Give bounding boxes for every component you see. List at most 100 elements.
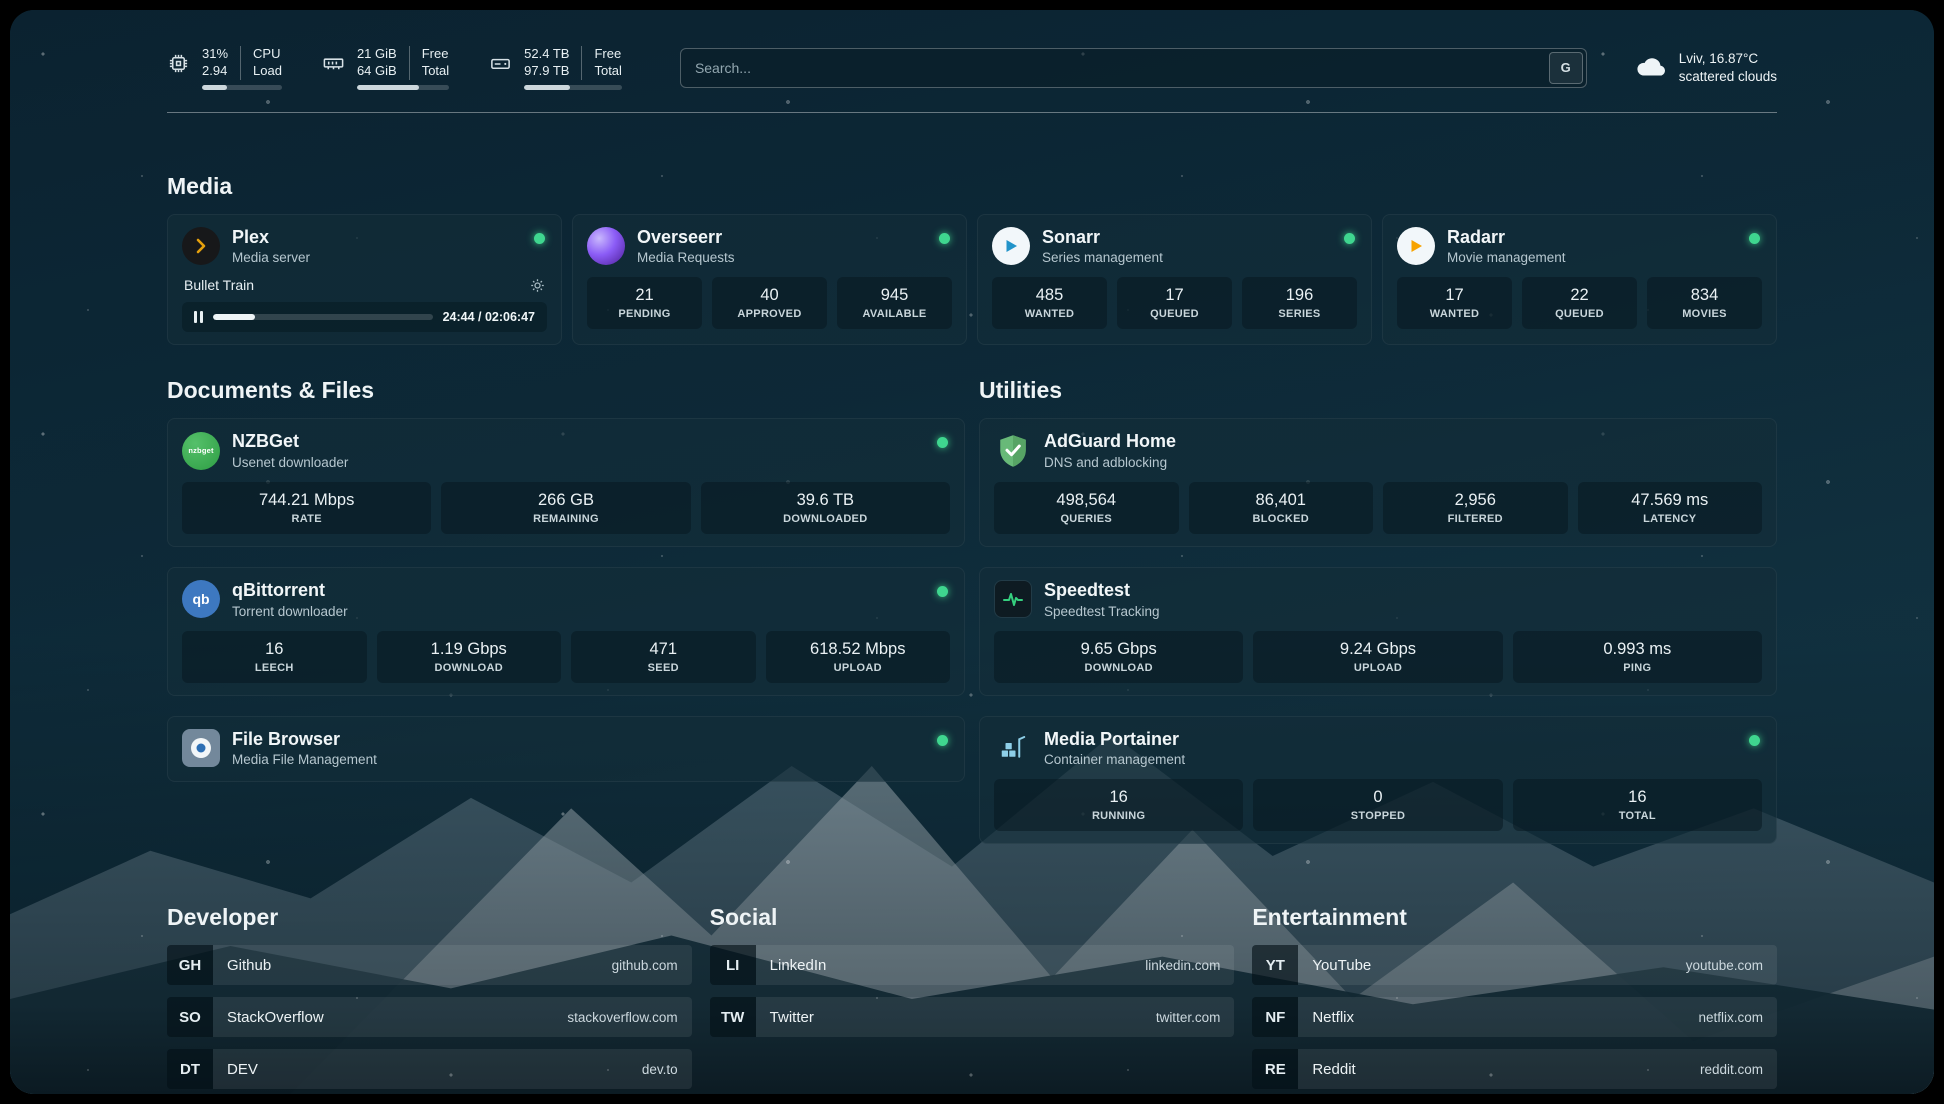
documents-column: nzbget NZBGet Usenet downloader 744.21 M… bbox=[167, 418, 965, 782]
service-name: AdGuard Home bbox=[1044, 431, 1176, 453]
sonarr-icon bbox=[992, 227, 1030, 265]
stat-value: 16 bbox=[186, 640, 363, 659]
bookmark-github[interactable]: GH Github github.com bbox=[167, 945, 692, 985]
service-name: Media Portainer bbox=[1044, 729, 1185, 751]
stat-label: SERIES bbox=[1246, 308, 1353, 320]
disk-label: Free bbox=[594, 46, 621, 63]
section-title-utilities: Utilities bbox=[979, 377, 1777, 404]
stat-queued: 17 QUEUED bbox=[1117, 277, 1232, 329]
stat-remaining: 266 GB REMAINING bbox=[441, 482, 690, 534]
nzbget-icon: nzbget bbox=[182, 432, 220, 470]
settings-gear-icon[interactable] bbox=[530, 278, 545, 293]
stat-total: 16 TOTAL bbox=[1513, 779, 1762, 831]
bookmark-url: dev.to bbox=[642, 1062, 678, 1077]
system-metrics: 31% 2.94 CPU Load bbox=[167, 46, 622, 90]
bookmarks-section: Developer GH Github github.com SO StackO… bbox=[167, 904, 1777, 1094]
service-subtitle: Media server bbox=[232, 250, 310, 265]
stat-value: 618.52 Mbps bbox=[770, 640, 947, 659]
bookmark-name: Github bbox=[227, 957, 271, 974]
cpu-load-avg: 2.94 bbox=[202, 63, 228, 80]
memory-progressbar bbox=[357, 85, 449, 90]
cpu-label2: Load bbox=[253, 63, 282, 80]
stat-blocked: 86,401 BLOCKED bbox=[1189, 482, 1374, 534]
header-divider bbox=[167, 112, 1777, 113]
stat-value: 40 bbox=[716, 286, 823, 305]
memory-total: 64 GiB bbox=[357, 63, 397, 80]
bookmark-name: Reddit bbox=[1312, 1061, 1355, 1078]
metric-cpu: 31% 2.94 CPU Load bbox=[167, 46, 282, 90]
stat-download: 1.19 Gbps DOWNLOAD bbox=[377, 631, 562, 683]
qbittorrent-icon: qb bbox=[182, 580, 220, 618]
playback-time: 24:44 / 02:06:47 bbox=[443, 310, 535, 324]
stat-label: DOWNLOADED bbox=[705, 513, 946, 525]
stat-download: 9.65 Gbps DOWNLOAD bbox=[994, 631, 1243, 683]
section-title-social: Social bbox=[710, 904, 1235, 931]
section-title-media: Media bbox=[167, 173, 1777, 200]
service-card-qbittorrent[interactable]: qb qBittorrent Torrent downloader 16 LEE… bbox=[167, 567, 965, 696]
stat-filtered: 2,956 FILTERED bbox=[1383, 482, 1568, 534]
cpu-percent: 31% bbox=[202, 46, 228, 63]
media-grid: Plex Media server Bullet Train bbox=[167, 214, 1777, 346]
stat-label: LATENCY bbox=[1582, 513, 1759, 525]
search-provider-button[interactable]: G bbox=[1549, 52, 1583, 84]
utilities-column: AdGuard Home DNS and adblocking 498,564 … bbox=[979, 418, 1777, 844]
stat-value: 471 bbox=[575, 640, 752, 659]
disk-progressbar bbox=[524, 85, 622, 90]
status-dot bbox=[937, 586, 948, 597]
stat-value: 498,564 bbox=[998, 491, 1175, 510]
bookmark-netflix[interactable]: NF Netflix netflix.com bbox=[1252, 997, 1777, 1037]
bookmark-youtube[interactable]: YT YouTube youtube.com bbox=[1252, 945, 1777, 985]
service-card-adguard[interactable]: AdGuard Home DNS and adblocking 498,564 … bbox=[979, 418, 1777, 547]
stat-available: 945 AVAILABLE bbox=[837, 277, 952, 329]
bookmark-url: youtube.com bbox=[1686, 958, 1763, 973]
status-dot bbox=[1344, 233, 1355, 244]
stat-value: 196 bbox=[1246, 286, 1353, 305]
bookmark-twitter[interactable]: TW Twitter twitter.com bbox=[710, 997, 1235, 1037]
service-card-sonarr[interactable]: Sonarr Series management 485 WANTED 17 Q… bbox=[977, 214, 1372, 346]
playback-progressbar[interactable] bbox=[213, 314, 433, 320]
stat-upload: 618.52 Mbps UPLOAD bbox=[766, 631, 951, 683]
cpu-icon bbox=[167, 52, 190, 75]
service-card-filebrowser[interactable]: File Browser Media File Management bbox=[167, 716, 965, 783]
stat-value: 945 bbox=[841, 286, 948, 305]
bookmark-url: netflix.com bbox=[1698, 1010, 1763, 1025]
stat-label: UPLOAD bbox=[1257, 662, 1498, 674]
pause-button[interactable] bbox=[194, 311, 203, 323]
bookmarks-entertainment: Entertainment YT YouTube youtube.com NF … bbox=[1252, 904, 1777, 1094]
stat-wanted: 17 WANTED bbox=[1397, 277, 1512, 329]
service-card-overseerr[interactable]: Overseerr Media Requests 21 PENDING 40 A… bbox=[572, 214, 967, 346]
status-dot bbox=[939, 233, 950, 244]
service-card-nzbget[interactable]: nzbget NZBGet Usenet downloader 744.21 M… bbox=[167, 418, 965, 547]
stat-value: 0 bbox=[1257, 788, 1498, 807]
stat-label: QUERIES bbox=[998, 513, 1175, 525]
service-name: qBittorrent bbox=[232, 580, 348, 602]
stat-label: DOWNLOAD bbox=[998, 662, 1239, 674]
service-card-plex[interactable]: Plex Media server Bullet Train bbox=[167, 214, 562, 346]
bookmark-reddit[interactable]: RE Reddit reddit.com bbox=[1252, 1049, 1777, 1089]
bookmark-url: github.com bbox=[612, 958, 678, 973]
service-name: Speedtest bbox=[1044, 580, 1160, 602]
stat-wanted: 485 WANTED bbox=[992, 277, 1107, 329]
bookmark-abbr: RE bbox=[1252, 1049, 1298, 1089]
bookmark-abbr: GH bbox=[167, 945, 213, 985]
filebrowser-icon bbox=[182, 729, 220, 767]
bookmark-linkedin[interactable]: LI LinkedIn linkedin.com bbox=[710, 945, 1235, 985]
bookmark-name: Netflix bbox=[1312, 1009, 1354, 1026]
service-card-radarr[interactable]: Radarr Movie management 17 WANTED 22 QUE… bbox=[1382, 214, 1777, 346]
disk-free: 52.4 TB bbox=[524, 46, 569, 63]
stat-label: AVAILABLE bbox=[841, 308, 948, 320]
portainer-icon bbox=[994, 729, 1032, 767]
service-name: NZBGet bbox=[232, 431, 348, 453]
search-input[interactable] bbox=[695, 60, 1549, 76]
bookmark-name: Twitter bbox=[770, 1009, 814, 1026]
service-card-portainer[interactable]: Media Portainer Container management 16 … bbox=[979, 716, 1777, 845]
service-card-speedtest[interactable]: Speedtest Speedtest Tracking 9.65 Gbps D… bbox=[979, 567, 1777, 696]
weather-widget: Lviv, 16.87°C scattered clouds bbox=[1633, 50, 1777, 86]
metric-disk: 52.4 TB 97.9 TB Free Total bbox=[489, 46, 622, 90]
service-subtitle: Container management bbox=[1044, 752, 1185, 767]
stat-value: 16 bbox=[1517, 788, 1758, 807]
stat-rate: 744.21 Mbps RATE bbox=[182, 482, 431, 534]
weather-location: Lviv, 16.87°C bbox=[1679, 50, 1777, 68]
bookmark-stackoverflow[interactable]: SO StackOverflow stackoverflow.com bbox=[167, 997, 692, 1037]
bookmark-dev[interactable]: DT DEV dev.to bbox=[167, 1049, 692, 1089]
